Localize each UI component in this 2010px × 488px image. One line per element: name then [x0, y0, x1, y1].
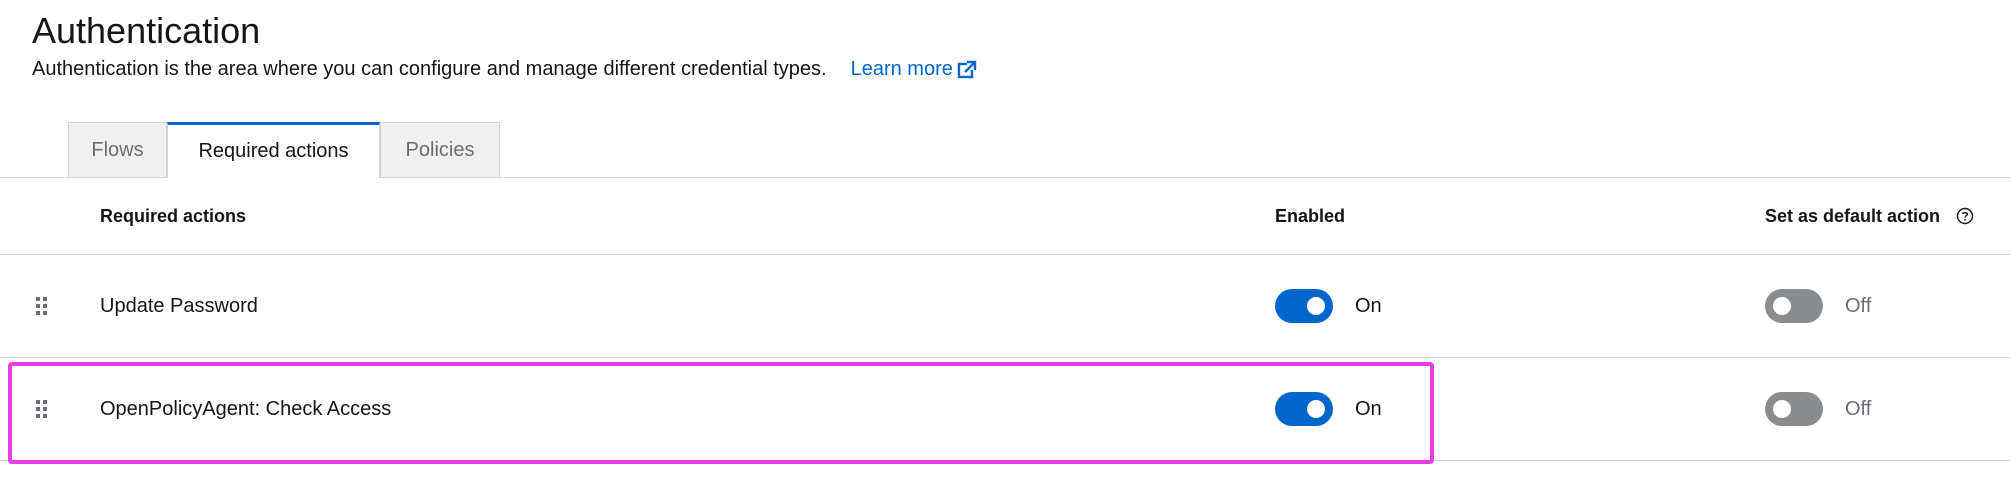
enabled-toggle[interactable] — [1275, 289, 1333, 323]
page-title: Authentication — [32, 10, 261, 51]
column-header-default-label: Set as default action — [1765, 205, 1941, 226]
tab-required-actions[interactable]: Required actions — [167, 122, 380, 178]
enabled-label: On — [1355, 397, 1382, 420]
default-action-switch[interactable]: Off — [1765, 358, 1871, 460]
tab-flows[interactable]: Flows — [68, 122, 167, 178]
table-header: Required actions Enabled Set as default … — [0, 178, 2010, 255]
default-action-label: Off — [1845, 397, 1872, 420]
default-action-toggle[interactable] — [1765, 289, 1823, 323]
authentication-page: Authentication Authentication is the are… — [0, 0, 2010, 488]
enabled-switch[interactable]: On — [1275, 255, 1382, 357]
default-action-label: Off — [1845, 294, 1872, 317]
learn-more-link[interactable]: Learn more — [851, 58, 977, 81]
tab-policies[interactable]: Policies — [380, 122, 500, 178]
table-row: OpenPolicyAgent: Check Access On Off — [0, 358, 2010, 461]
table-row: Update Password On Off — [0, 255, 2010, 358]
column-header-required-actions: Required actions — [100, 205, 247, 226]
enabled-switch[interactable]: On — [1275, 358, 1382, 460]
column-header-default-action: Set as default action — [1765, 178, 1974, 254]
tab-bar: Flows Required actions Policies — [68, 122, 500, 178]
drag-handle-icon[interactable] — [34, 295, 50, 317]
page-description: Authentication is the area where you can… — [32, 58, 977, 81]
required-actions-table: Required actions Enabled Set as default … — [0, 178, 2010, 461]
help-icon[interactable] — [1956, 207, 1974, 225]
default-action-switch[interactable]: Off — [1765, 255, 1871, 357]
description-text: Authentication is the area where you can… — [32, 58, 827, 80]
column-header-enabled: Enabled — [1275, 205, 1346, 226]
enabled-label: On — [1355, 294, 1382, 317]
enabled-toggle[interactable] — [1275, 392, 1333, 426]
default-action-toggle[interactable] — [1765, 392, 1823, 426]
learn-more-label: Learn more — [850, 58, 953, 80]
external-link-icon — [957, 60, 977, 78]
row-name: Update Password — [100, 294, 258, 317]
row-name: OpenPolicyAgent: Check Access — [100, 397, 392, 420]
drag-handle-icon[interactable] — [34, 398, 50, 420]
